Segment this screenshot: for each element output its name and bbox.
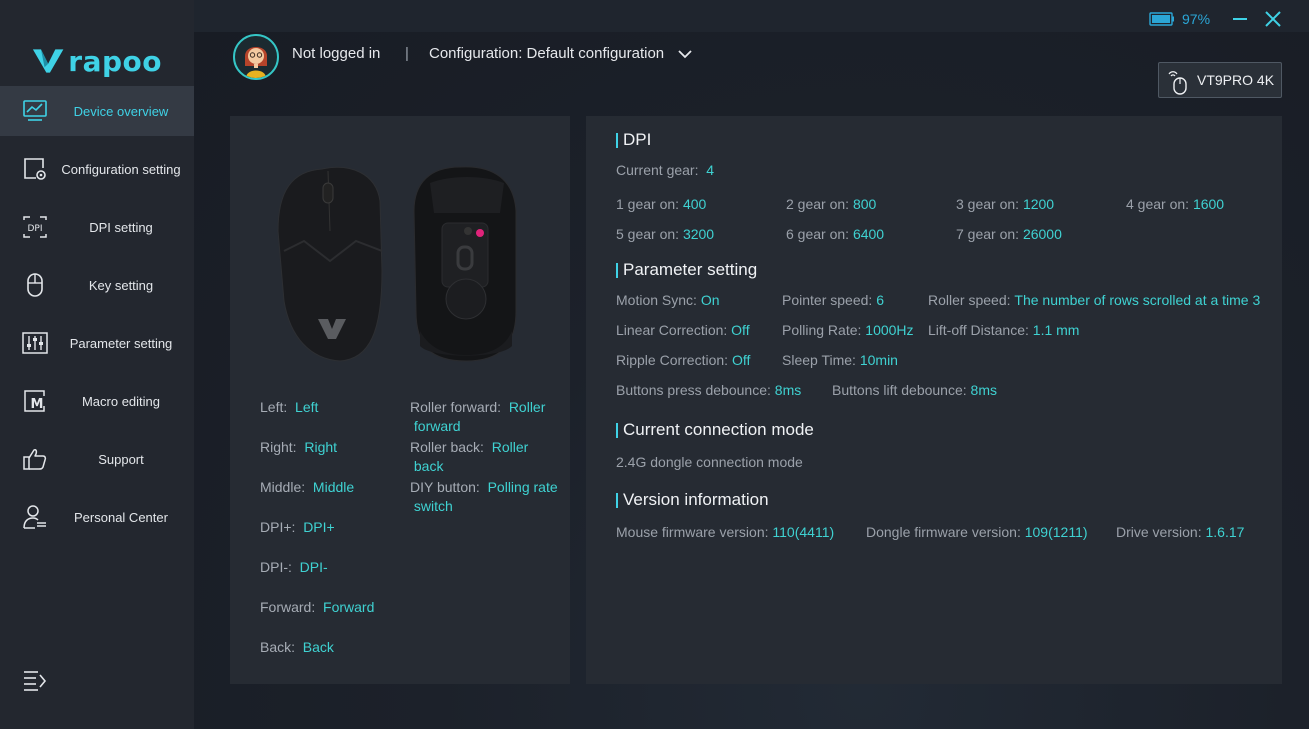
avatar[interactable] xyxy=(233,34,279,80)
dongle-firmware-version: Dongle firmware version: 109(1211) xyxy=(866,524,1088,540)
binding-dpi-minus[interactable]: DPI-: DPI- xyxy=(260,558,328,577)
user-avatar-icon xyxy=(245,47,267,78)
sidebar-item-personal-center[interactable]: Personal Center xyxy=(0,492,194,542)
battery-icon xyxy=(1149,12,1174,26)
param-sleep-time: Sleep Time: 10min xyxy=(782,352,898,368)
sidebar-item-parameter-setting[interactable]: Parameter setting xyxy=(0,318,194,368)
config-gear-icon xyxy=(24,158,46,180)
main-content: 97% Not logged in | Configuration: Defau… xyxy=(194,0,1309,729)
thumbs-up-icon xyxy=(23,449,47,470)
mouse-firmware-version: Mouse firmware version: 110(4411) xyxy=(616,524,835,540)
macro-icon: M xyxy=(24,390,45,412)
parameter-section-title: Parameter setting xyxy=(616,260,757,280)
param-ripple-correction: Ripple Correction: Off xyxy=(616,352,751,368)
brand-logo: rapoo xyxy=(32,44,162,78)
key-binding-panel: Left: Left Right: Right Middle: Middle D… xyxy=(230,116,570,684)
chevron-down-icon xyxy=(678,49,692,58)
configuration-label: Configuration: Default configuration xyxy=(429,45,665,62)
binding-back[interactable]: Back: Back xyxy=(260,638,334,657)
wireless-mouse-icon xyxy=(1168,71,1187,95)
svg-text:DPI: DPI xyxy=(27,224,42,234)
dpi-icon: DPI xyxy=(23,216,47,238)
binding-left[interactable]: Left: Left xyxy=(260,398,318,417)
configuration-dropdown[interactable]: Configuration: Default configuration xyxy=(429,45,692,62)
dpi-gear-5: 5 gear on: 3200 xyxy=(616,226,715,242)
device-name: VT9PRO 4K xyxy=(1197,72,1275,88)
driver-version: Drive version: 1.6.17 xyxy=(1116,524,1245,540)
monitor-chart-icon xyxy=(23,100,47,121)
header-separator: | xyxy=(405,45,409,62)
mouse-icon xyxy=(27,273,43,297)
title-bar xyxy=(194,0,1309,32)
version-section-title: Version information xyxy=(616,490,769,510)
binding-forward[interactable]: Forward: Forward xyxy=(260,598,374,617)
binding-diy-button[interactable]: DIY button: Polling rate switch xyxy=(410,478,570,516)
sidebar-item-configuration-setting[interactable]: Configuration setting xyxy=(0,144,194,194)
sidebar-item-label: Key setting xyxy=(88,277,154,293)
sidebar-item-label: Configuration setting xyxy=(61,161,181,177)
binding-middle[interactable]: Middle: Middle xyxy=(260,478,354,497)
dpi-gear-1: 1 gear on: 400 xyxy=(616,196,707,212)
sidebar-item-key-setting[interactable]: Key setting xyxy=(0,260,194,310)
sidebar-item-label: Device overview xyxy=(73,103,169,119)
login-status[interactable]: Not logged in xyxy=(292,45,380,62)
sliders-icon xyxy=(22,332,48,354)
sidebar-item-macro-editing[interactable]: M Macro editing xyxy=(0,376,194,426)
svg-text:M: M xyxy=(31,397,44,412)
device-info-panel: DPI Current gear: 4 1 gear on: 400 2 gea… xyxy=(586,116,1282,684)
binding-right[interactable]: Right: Right xyxy=(260,438,337,457)
binding-roller-forward[interactable]: Roller forward: Roller forward xyxy=(410,398,570,436)
battery-level: 97% xyxy=(1182,11,1211,27)
connection-mode: 2.4G dongle connection mode xyxy=(616,454,803,470)
param-pointer-speed: Pointer speed: 6 xyxy=(782,292,884,308)
mouse-product-image xyxy=(277,166,517,362)
user-list-icon xyxy=(23,505,46,529)
dpi-gear-2: 2 gear on: 800 xyxy=(786,196,877,212)
param-press-debounce: Buttons press debounce: 8ms xyxy=(616,382,802,398)
close-icon[interactable] xyxy=(1264,10,1282,28)
connection-section-title: Current connection mode xyxy=(616,420,814,440)
dpi-gear-4: 4 gear on: 1600 xyxy=(1126,196,1225,212)
sidebar-item-label: Parameter setting xyxy=(69,335,173,351)
sidebar-item-label: Personal Center xyxy=(74,509,168,525)
rapoo-logo-icon xyxy=(32,49,64,73)
dpi-gear-6: 6 gear on: 6400 xyxy=(786,226,885,242)
param-polling-rate: Polling Rate: 1000Hz xyxy=(782,322,914,338)
brand-name: rapoo xyxy=(68,44,162,78)
dpi-current-gear: Current gear: 4 xyxy=(616,162,715,178)
sidebar-item-label: Support xyxy=(98,451,144,467)
param-linear-correction: Linear Correction: Off xyxy=(616,322,750,338)
sidebar: rapoo Device overview Configuration sett… xyxy=(0,0,194,729)
binding-dpi-plus[interactable]: DPI+: DPI+ xyxy=(260,518,335,537)
device-selector-button[interactable]: VT9PRO 4K xyxy=(1158,62,1282,98)
app-window: rapoo Device overview Configuration sett… xyxy=(0,0,1309,729)
param-roller-speed: Roller speed: The number of rows scrolle… xyxy=(928,292,1261,308)
param-lift-debounce: Buttons lift debounce: 8ms xyxy=(832,382,997,398)
collapse-menu-icon[interactable] xyxy=(22,668,48,692)
sidebar-item-dpi-setting[interactable]: DPI DPI setting xyxy=(0,202,194,252)
dpi-gear-7: 7 gear on: 26000 xyxy=(956,226,1062,242)
binding-roller-back[interactable]: Roller back: Roller back xyxy=(410,438,570,476)
minimize-icon[interactable] xyxy=(1231,10,1249,28)
dpi-section-title: DPI xyxy=(616,130,651,150)
sidebar-item-device-overview[interactable]: Device overview xyxy=(0,86,194,136)
param-lift-off-distance: Lift-off Distance: 1.1 mm xyxy=(928,322,1080,338)
sidebar-item-label: DPI setting xyxy=(89,219,153,235)
sidebar-item-support[interactable]: Support xyxy=(0,434,194,484)
dpi-gear-3: 3 gear on: 1200 xyxy=(956,196,1055,212)
param-motion-sync: Motion Sync: On xyxy=(616,292,720,308)
sidebar-item-label: Macro editing xyxy=(81,393,161,409)
